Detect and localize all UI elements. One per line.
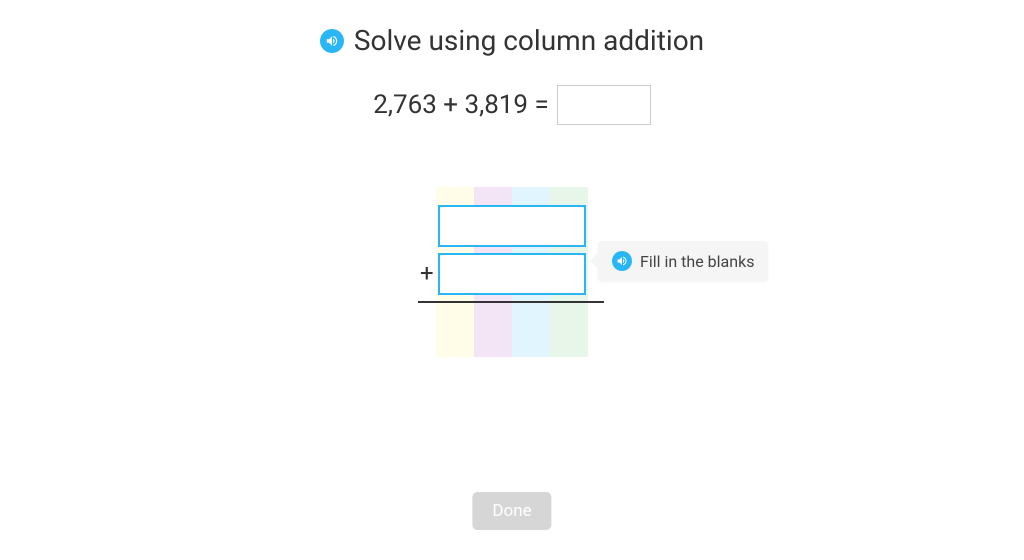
done-button[interactable]: Done (472, 492, 551, 530)
sum-line (418, 301, 604, 303)
addend-1-input[interactable] (438, 205, 586, 247)
equation-row: 2,763 + 3,819 = (373, 85, 651, 125)
speaker-icon[interactable] (612, 251, 632, 271)
hint-text: Fill in the blanks (640, 252, 754, 271)
speaker-icon[interactable] (320, 29, 344, 53)
title-row: Solve using column addition (320, 24, 704, 57)
page-title: Solve using column addition (354, 24, 704, 57)
hint-tooltip: Fill in the blanks (598, 241, 768, 281)
plus-sign: + (420, 259, 434, 287)
answer-input[interactable] (557, 85, 651, 125)
addend-2-input[interactable] (438, 253, 586, 295)
main-container: Solve using column addition 2,763 + 3,81… (0, 0, 1024, 187)
equation-text: 2,763 + 3,819 = (373, 90, 549, 120)
